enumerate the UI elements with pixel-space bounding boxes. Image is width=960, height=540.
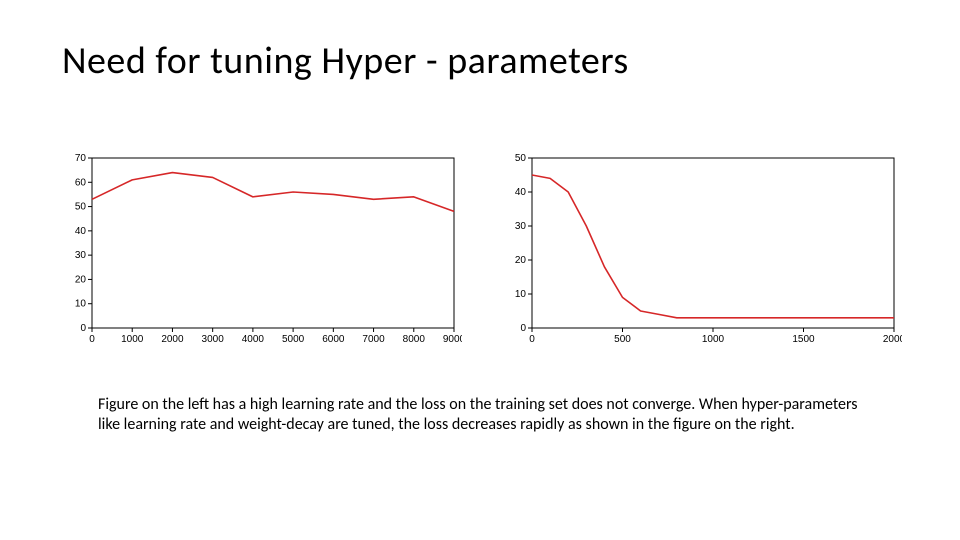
svg-text:20: 20 [75,274,87,285]
charts-row: 0102030405060700100020003000400050006000… [62,150,902,355]
svg-text:50: 50 [515,153,527,164]
slide-title: Need for tuning Hyper - parameters [62,38,629,84]
svg-text:40: 40 [75,226,87,237]
svg-text:9000: 9000 [443,334,462,345]
svg-text:4000: 4000 [242,334,265,345]
svg-text:2000: 2000 [883,334,902,345]
svg-text:10: 10 [515,289,527,300]
chart-right: 010203040500500100015002000 [502,150,902,355]
svg-text:0: 0 [520,323,526,334]
svg-text:50: 50 [75,202,87,213]
figure-caption: Figure on the left has a high learning r… [98,395,878,435]
svg-text:30: 30 [75,250,87,261]
svg-text:3000: 3000 [202,334,225,345]
svg-text:10: 10 [75,299,87,310]
svg-text:8000: 8000 [403,334,426,345]
svg-text:0: 0 [89,334,95,345]
svg-text:7000: 7000 [362,334,385,345]
svg-text:500: 500 [614,334,631,345]
svg-text:0: 0 [80,323,86,334]
svg-text:30: 30 [515,221,527,232]
svg-text:5000: 5000 [282,334,305,345]
svg-text:60: 60 [75,177,87,188]
svg-text:1500: 1500 [792,334,815,345]
chart-left: 0 10 20 30 40 50 60 70 0 1000 2000 3000 4000 5000 6000… [62,150,462,355]
svg-text:2000: 2000 [161,334,184,345]
svg-text:1000: 1000 [702,334,725,345]
chart-right-svg: 010203040500500100015002000 [502,150,902,350]
svg-text:40: 40 [515,187,527,198]
svg-text:70: 70 [75,153,87,164]
chart-left-svg: 0 10 20 30 40 50 60 70 0 1000 2000 3000 4000 5000 6000… [62,150,462,350]
slide: Need for tuning Hyper - parameters 0 10 20… [0,0,960,540]
svg-text:1000: 1000 [121,334,144,345]
svg-text:0: 0 [529,334,535,345]
svg-text:6000: 6000 [322,334,345,345]
svg-text:20: 20 [515,255,527,266]
